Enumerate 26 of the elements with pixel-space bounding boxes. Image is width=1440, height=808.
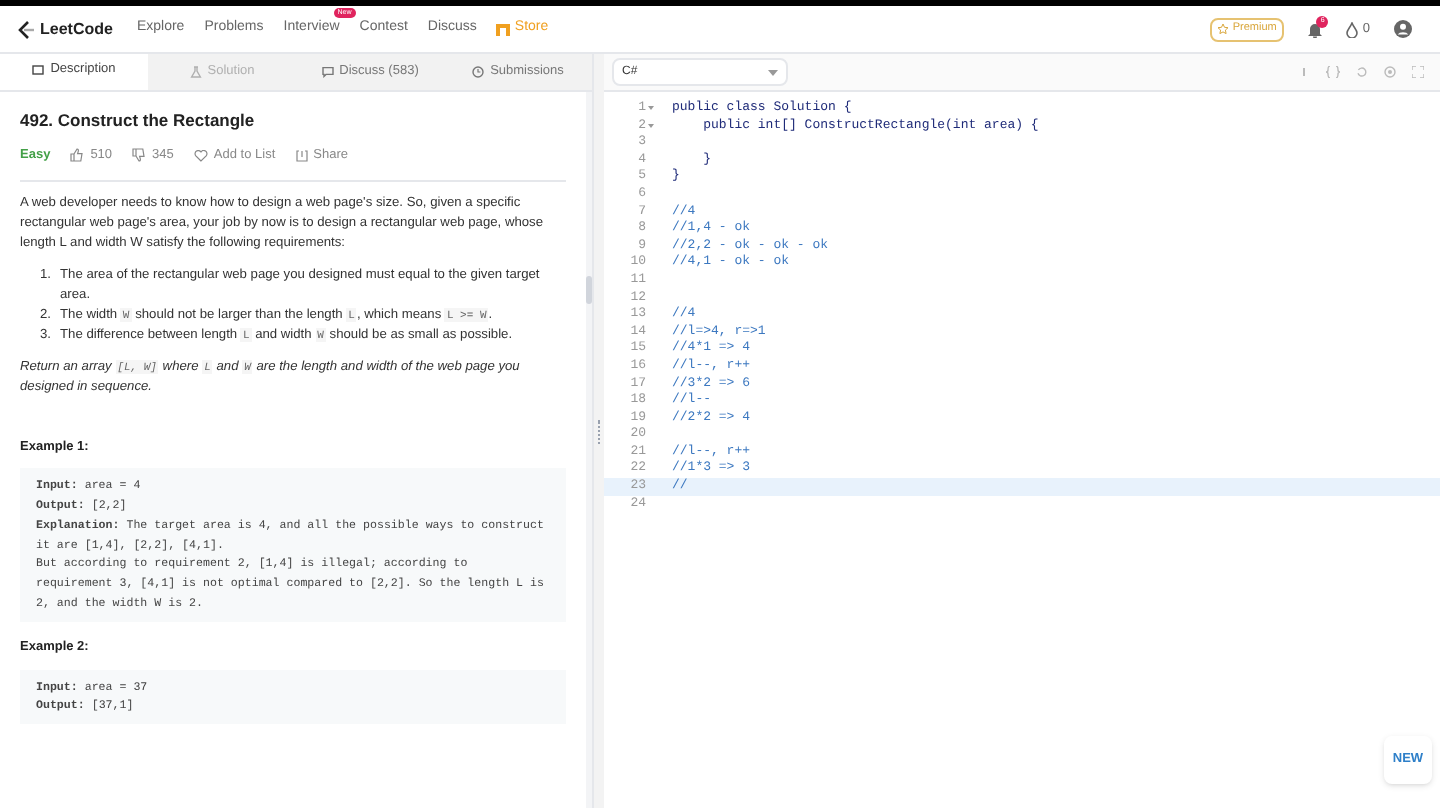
braces-icon[interactable] bbox=[1326, 66, 1340, 78]
star-icon bbox=[1218, 24, 1229, 34]
logo-icon[interactable] bbox=[16, 19, 34, 39]
store-icon bbox=[496, 23, 511, 35]
heart-icon bbox=[193, 149, 208, 162]
settings-icon[interactable] bbox=[1384, 66, 1396, 78]
chat-icon bbox=[321, 66, 334, 78]
thumbs-down-icon[interactable] bbox=[132, 148, 147, 163]
clock-icon bbox=[472, 66, 485, 78]
reset-icon[interactable] bbox=[1356, 66, 1368, 78]
info-icon[interactable] bbox=[1298, 66, 1310, 78]
problem-title: 492. Construct the Rectangle bbox=[20, 108, 257, 134]
fullscreen-icon[interactable] bbox=[1412, 66, 1424, 78]
bell-icon[interactable] bbox=[1308, 21, 1323, 37]
brand-name[interactable]: LeetCode bbox=[40, 17, 113, 41]
avatar-icon[interactable] bbox=[1394, 20, 1412, 38]
scrollbar-thumb[interactable] bbox=[586, 276, 592, 304]
fold-arrow-icon[interactable] bbox=[648, 123, 654, 128]
drop-icon[interactable] bbox=[1346, 21, 1359, 37]
thumbs-up-icon[interactable] bbox=[70, 148, 85, 163]
caret-icon bbox=[768, 69, 778, 75]
fold-arrow-icon[interactable] bbox=[648, 106, 654, 111]
share-icon bbox=[295, 149, 308, 162]
document-icon bbox=[32, 64, 45, 76]
splitter-handle[interactable] bbox=[598, 419, 600, 443]
flask-icon bbox=[189, 66, 202, 78]
